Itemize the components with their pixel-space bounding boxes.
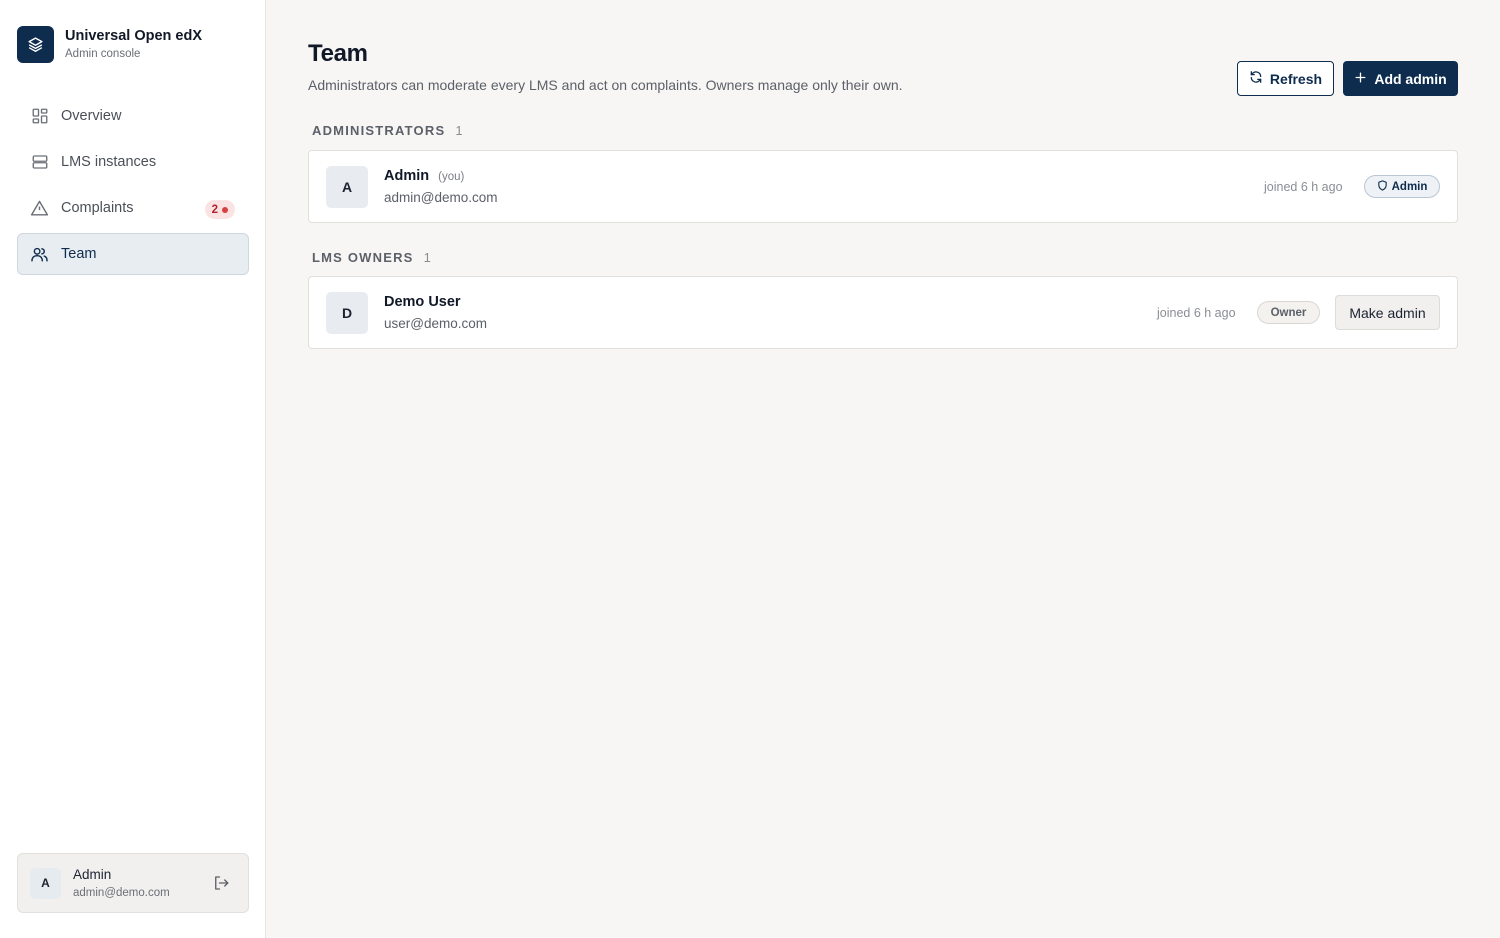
sidebar: Universal Open edX Admin console Overvie… (0, 0, 266, 938)
refresh-icon (1249, 70, 1263, 87)
section-title: LMS OWNERS (312, 250, 414, 265)
sidebar-nav: Overview LMS instances Complaints 2 Team (17, 95, 249, 279)
layers-logo-icon (17, 26, 54, 63)
main-content: Team Administrators can moderate every L… (266, 0, 1500, 938)
lms-owners-heading: LMS OWNERS 1 (312, 250, 431, 265)
owner-role-badge: Owner (1257, 301, 1320, 324)
sidebar-item-label: Overview (61, 108, 122, 124)
add-admin-label: Add admin (1374, 70, 1447, 87)
users-icon (30, 245, 49, 264)
you-tag: (you) (438, 171, 465, 183)
joined-time: joined 6 h ago (1157, 306, 1236, 320)
app-root: Universal Open edX Admin console Overvie… (0, 0, 1500, 938)
avatar: D (326, 292, 368, 334)
member-name: Demo User (384, 294, 461, 310)
member-row-admin: A Admin (you) admin@demo.com joined 6 h … (308, 150, 1458, 223)
admin-role-badge: Admin (1364, 175, 1440, 198)
page-title: Team (308, 40, 368, 67)
sidebar-item-overview[interactable]: Overview (17, 95, 249, 137)
make-admin-label: Make admin (1349, 304, 1426, 321)
section-count: 1 (455, 123, 463, 138)
make-admin-button[interactable]: Make admin (1335, 295, 1440, 330)
refresh-button[interactable]: Refresh (1237, 61, 1334, 96)
member-email: admin@demo.com (384, 190, 498, 205)
complaints-count-badge: 2 (204, 200, 235, 219)
sidebar-item-complaints[interactable]: Complaints 2 (17, 187, 249, 229)
logout-icon[interactable] (212, 874, 230, 892)
page-description: Administrators can moderate every LMS an… (308, 77, 903, 93)
member-name-text: Demo User (384, 294, 461, 310)
section-count: 1 (423, 250, 431, 265)
brand-text: Universal Open edX Admin console (65, 27, 202, 62)
alert-dot-icon (222, 206, 228, 213)
section-title: ADMINISTRATORS (312, 123, 446, 138)
brand[interactable]: Universal Open edX Admin console (17, 26, 202, 63)
plus-icon (1354, 71, 1367, 87)
avatar: A (326, 166, 368, 208)
refresh-label: Refresh (1269, 70, 1323, 87)
brand-subtitle: Admin console (65, 48, 141, 60)
warning-icon (30, 199, 49, 218)
complaints-count: 2 (211, 203, 218, 216)
avatar: A (30, 867, 61, 899)
current-user-email: admin@demo.com (73, 886, 170, 899)
administrators-heading: ADMINISTRATORS 1 (312, 123, 463, 138)
sidebar-item-lms-instances[interactable]: LMS instances (17, 141, 249, 183)
add-admin-button[interactable]: Add admin (1343, 61, 1458, 96)
role-label: Admin (1391, 180, 1428, 193)
member-name-text: Admin (384, 168, 430, 184)
current-user-card: A Admin admin@demo.com (17, 853, 249, 913)
member-row-owner: D Demo User user@demo.com joined 6 h ago… (308, 276, 1458, 349)
sidebar-item-team[interactable]: Team (17, 233, 249, 275)
member-name: Admin (you) (384, 168, 464, 184)
sidebar-item-label: LMS instances (61, 154, 157, 170)
brand-title: Universal Open edX (65, 28, 202, 44)
shield-icon (1377, 179, 1388, 194)
role-label: Owner (1270, 306, 1307, 319)
server-icon (30, 153, 49, 172)
sidebar-item-label: Complaints (61, 200, 134, 216)
current-user-name: Admin (73, 866, 112, 882)
sidebar-item-label: Team (61, 246, 97, 262)
joined-time: joined 6 h ago (1264, 180, 1343, 194)
member-email: user@demo.com (384, 316, 487, 331)
current-user-info: Admin admin@demo.com (73, 866, 170, 901)
grid-icon (30, 107, 49, 126)
